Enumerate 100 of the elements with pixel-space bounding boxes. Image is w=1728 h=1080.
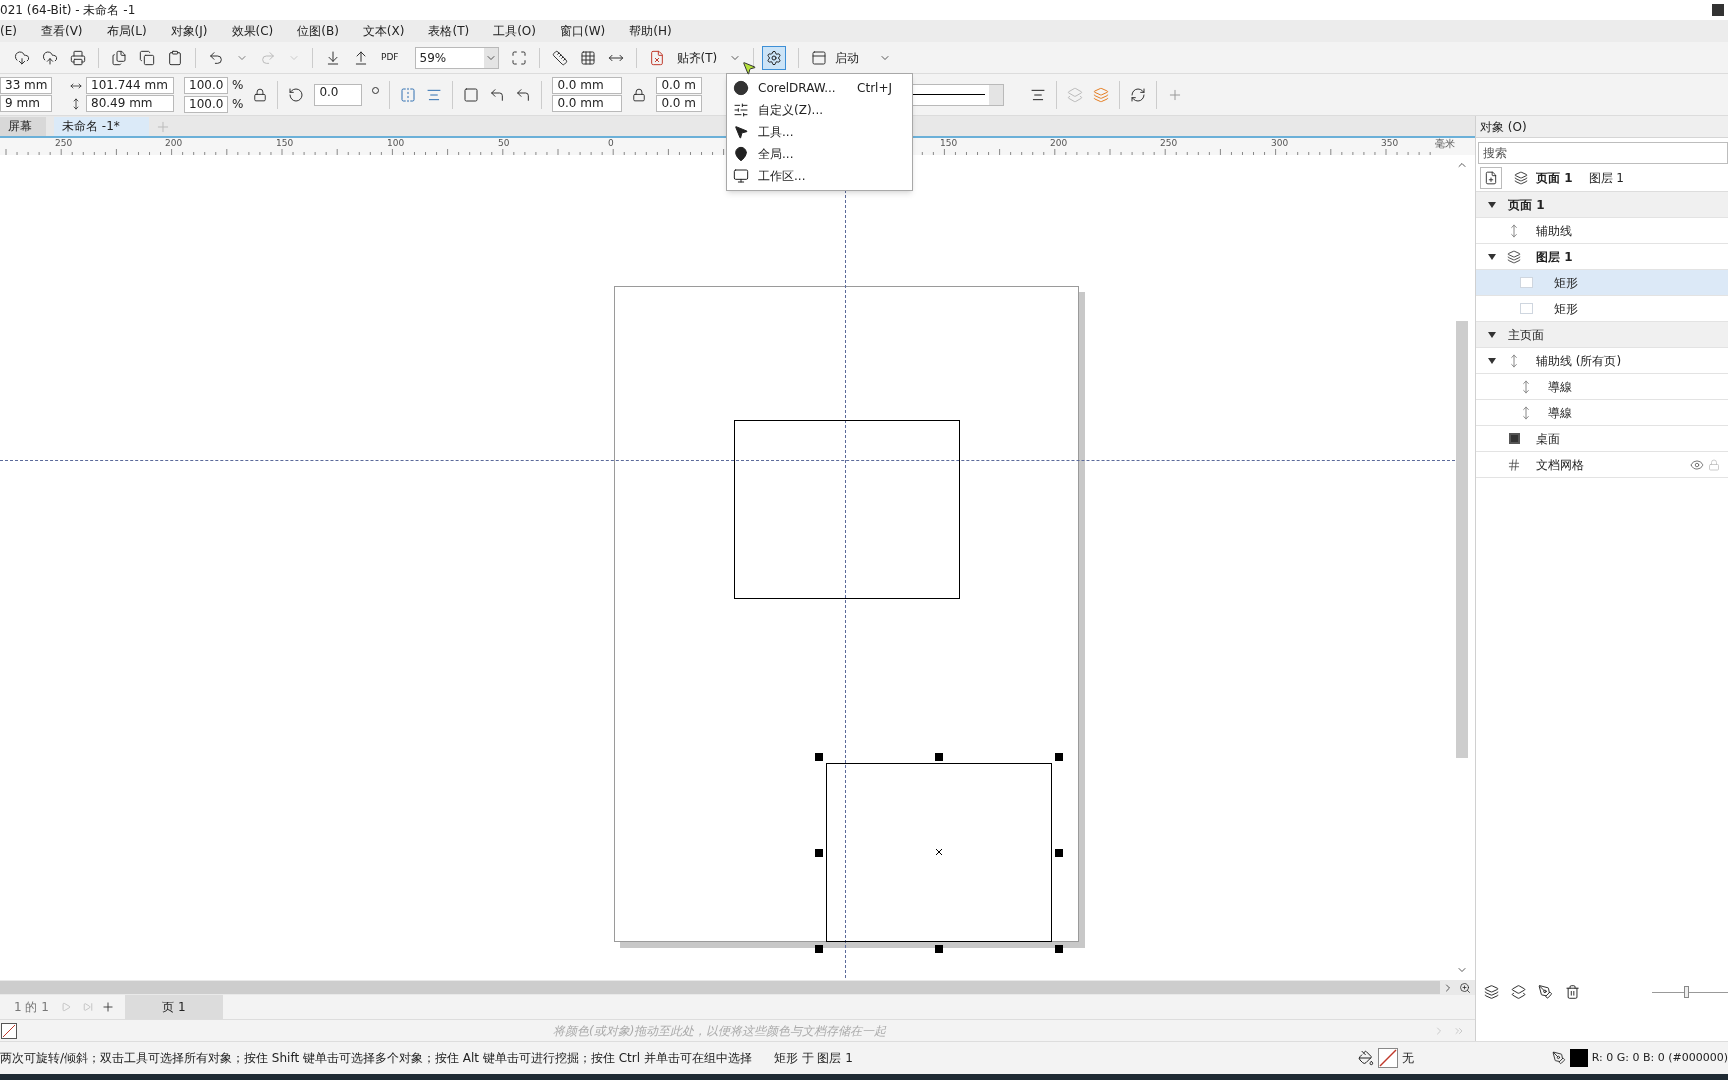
selection-handle[interactable]	[1055, 849, 1063, 857]
page-icon	[1484, 170, 1498, 185]
object-name: 页面 1	[1508, 196, 1545, 214]
y-position-field[interactable]: 9 mm	[0, 95, 52, 112]
expand-arrow-icon[interactable]	[1488, 253, 1496, 260]
ruler-label: 100	[387, 138, 405, 148]
no-color-swatch[interactable]	[1, 1022, 17, 1039]
launch-dropdown[interactable]: 启动	[835, 48, 860, 67]
export-icon[interactable]	[353, 49, 369, 66]
selection-handle[interactable]	[815, 945, 823, 953]
copy-icon[interactable]	[139, 49, 155, 66]
object-name: 主页面	[1508, 326, 1544, 344]
selection-handle[interactable]	[1055, 753, 1063, 761]
expand-arrow-icon[interactable]	[1488, 331, 1496, 338]
documents-icon[interactable]	[111, 49, 127, 66]
menu-item[interactable]: 效果(C)	[231, 22, 274, 40]
rotation-field[interactable]: 0.0	[314, 83, 363, 106]
settings-button[interactable]	[762, 45, 787, 70]
page-tab[interactable]: 页 1	[124, 995, 223, 1019]
object-tree-row[interactable]: 矩形	[1476, 270, 1728, 296]
menu-option[interactable]: 全局...	[727, 143, 912, 165]
round-corner-icon[interactable]	[463, 86, 480, 103]
selection-handle[interactable]	[815, 849, 823, 857]
object-name: 文档网格	[1536, 456, 1584, 474]
menu-item[interactable]: 布局(L)	[106, 22, 147, 40]
menu-option[interactable]: CorelDRAW... Ctrl+J	[727, 77, 912, 99]
cursor-icon	[741, 60, 757, 76]
horizontal-scrollbar[interactable]	[0, 981, 1440, 994]
expand-arrow-icon[interactable]	[1488, 201, 1496, 208]
rotate-icon[interactable]	[288, 86, 305, 103]
menu-item[interactable]: 对象(J)	[170, 22, 208, 40]
menu-option[interactable]: 自定义(Z)...	[727, 99, 912, 121]
menu-item[interactable]: 工具(O)	[493, 22, 536, 40]
panel-title: 对象 (O)	[1476, 116, 1728, 138]
menu-option[interactable]: 工具...	[727, 121, 912, 143]
menu-item[interactable]: 窗口(W)	[559, 22, 606, 40]
selection-handle[interactable]	[1055, 945, 1063, 953]
menu-item[interactable]: 查看(V)	[40, 22, 83, 40]
corner-radius-field[interactable]: 0.0 mm	[552, 77, 623, 94]
corner-radius-field[interactable]: 0.0 m	[656, 95, 703, 112]
width-field[interactable]: 101.744 mm	[86, 77, 174, 94]
height-field[interactable]: 80.49 mm	[86, 95, 174, 112]
object-name: 辅助线 (所有页)	[1536, 352, 1622, 370]
document-tab[interactable]: 屏幕	[0, 117, 46, 136]
import-icon[interactable]	[325, 49, 341, 66]
object-tree-row[interactable]: 主页面	[1476, 322, 1728, 348]
menu-item[interactable]: 位图(B)	[297, 22, 339, 40]
rulers-icon[interactable]	[551, 49, 568, 66]
page-view-button[interactable]	[1480, 166, 1502, 189]
lock-icon[interactable]	[253, 87, 268, 102]
ruler-label: 200	[1050, 138, 1068, 148]
center-mark-icon	[936, 849, 942, 855]
scale-x-field[interactable]: 100.0	[184, 76, 228, 94]
selection-handle[interactable]	[935, 945, 943, 953]
add-page-icon[interactable]	[100, 1000, 115, 1014]
grid-icon[interactable]	[579, 49, 596, 66]
new-layer-icon[interactable]	[1484, 984, 1500, 1000]
delete-icon[interactable]	[1565, 984, 1581, 1000]
visibility-icon[interactable]	[1690, 457, 1704, 472]
pdf-button[interactable]: PDF	[381, 53, 399, 62]
settings-icon	[766, 49, 783, 66]
menu-item[interactable]: 表格(T)	[428, 22, 470, 40]
ruler-unit: 毫米	[1435, 138, 1455, 149]
x-position-field[interactable]: 33 mm	[0, 77, 52, 94]
to-front-icon[interactable]	[1093, 86, 1110, 103]
print-icon[interactable]	[70, 49, 86, 66]
object-name: 矩形	[1554, 300, 1578, 318]
zoom-level-dropdown[interactable]: 59%	[414, 46, 499, 69]
menu-item[interactable]: (E)	[0, 22, 17, 40]
guideline[interactable]	[0, 460, 1455, 461]
search-field[interactable]: 搜索	[1478, 142, 1728, 164]
lock-icon[interactable]	[632, 87, 647, 102]
launcher-icon[interactable]	[811, 49, 828, 66]
menu-item[interactable]: 文本(X)	[362, 22, 405, 40]
document-tab[interactable]: 未命名 -1*	[54, 117, 149, 136]
selection-handle[interactable]	[815, 753, 823, 761]
selection-handle[interactable]	[935, 753, 943, 761]
undo-icon[interactable]	[208, 49, 224, 66]
new-master-layer-icon[interactable]	[1511, 984, 1527, 1000]
object-tree-row[interactable]: 页面 1	[1476, 192, 1728, 218]
cloud-download-icon[interactable]	[14, 49, 30, 66]
cloud-upload-icon[interactable]	[42, 49, 58, 66]
ruler-label: 150	[940, 138, 958, 148]
ruler-label: 250	[1160, 138, 1178, 148]
scale-y-field[interactable]: 100.0	[184, 95, 228, 113]
corner-radius-field[interactable]: 0.0 mm	[552, 95, 623, 112]
corner-radius-field[interactable]: 0.0 m	[656, 77, 703, 94]
zoom-icon[interactable]	[1459, 981, 1471, 994]
snap-dropdown[interactable]: 贴齐(T)	[676, 48, 718, 67]
slider-thumb[interactable]	[1683, 986, 1689, 998]
menu-item[interactable]: 帮助(H)	[629, 22, 672, 40]
zoom-slider[interactable]	[1652, 986, 1728, 998]
rectangle-shape[interactable]	[826, 763, 1052, 942]
menu-option[interactable]: 工作区...	[727, 165, 912, 187]
object-name: 矩形	[1554, 274, 1578, 292]
expand-arrow-icon[interactable]	[1488, 357, 1496, 364]
paste-icon[interactable]	[167, 49, 183, 66]
pointer-icon	[733, 124, 749, 140]
fullscreen-icon[interactable]	[510, 49, 527, 66]
snap-off-icon[interactable]	[648, 49, 665, 66]
